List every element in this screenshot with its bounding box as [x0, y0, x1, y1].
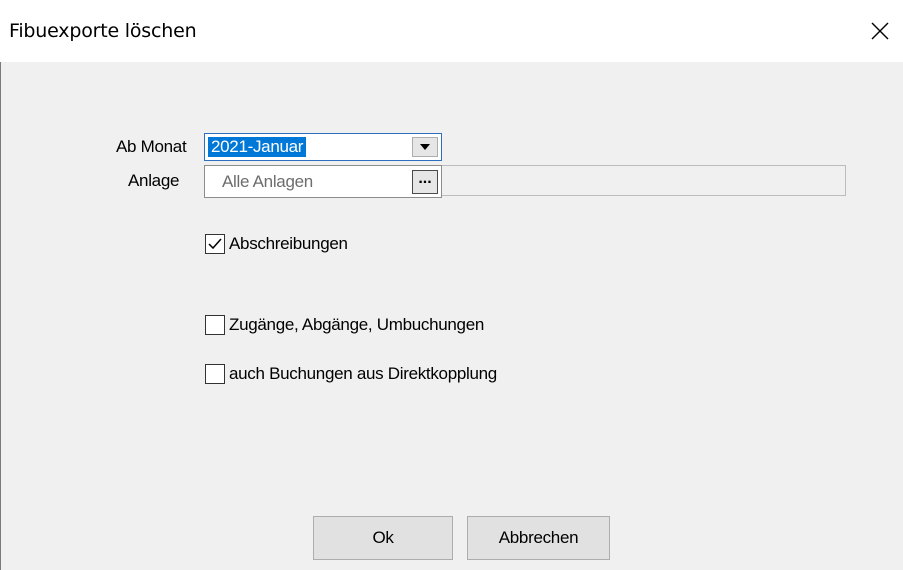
ab-monat-dropdown[interactable]: 2021-Januar [204, 133, 442, 161]
close-icon [871, 22, 889, 40]
checkbox-box[interactable] [205, 234, 225, 254]
cancel-button[interactable]: Abbrechen [467, 516, 610, 560]
anlage-field[interactable]: Alle Anlagen ... [204, 165, 442, 198]
chevron-down-icon [420, 144, 430, 150]
dialog-window: Fibuexporte löschen Ab Monat 2021-Januar… [0, 0, 903, 570]
checkbox-label: Zugänge, Abgänge, Umbuchungen [229, 315, 485, 334]
checkmark-icon [208, 238, 222, 250]
checkbox-zugaenge[interactable]: Zugänge, Abgänge, Umbuchungen [205, 315, 484, 335]
checkbox-label: Abschreibungen [229, 234, 348, 253]
checkbox-direktkopplung[interactable]: auch Buchungen aus Direktkopplung [205, 364, 497, 384]
checkbox-box[interactable] [205, 364, 225, 384]
dropdown-button[interactable] [412, 137, 438, 157]
ab-monat-label: Ab Monat [116, 137, 187, 156]
anlage-browse-button[interactable]: ... [412, 170, 438, 194]
window-border [0, 62, 1, 570]
ab-monat-selected-value: 2021-Januar [208, 137, 307, 157]
checkbox-label: auch Buchungen aus Direktkopplung [229, 364, 497, 383]
ok-button[interactable]: Ok [313, 516, 453, 560]
dialog-title: Fibuexporte löschen [9, 20, 197, 42]
checkbox-box[interactable] [205, 315, 225, 335]
checkbox-abschreibungen[interactable]: Abschreibungen [205, 234, 348, 254]
close-button[interactable] [857, 0, 903, 62]
anlage-value: Alle Anlagen [222, 172, 313, 191]
title-bar: Fibuexporte löschen [0, 0, 903, 62]
anlage-label: Anlage [128, 171, 180, 190]
